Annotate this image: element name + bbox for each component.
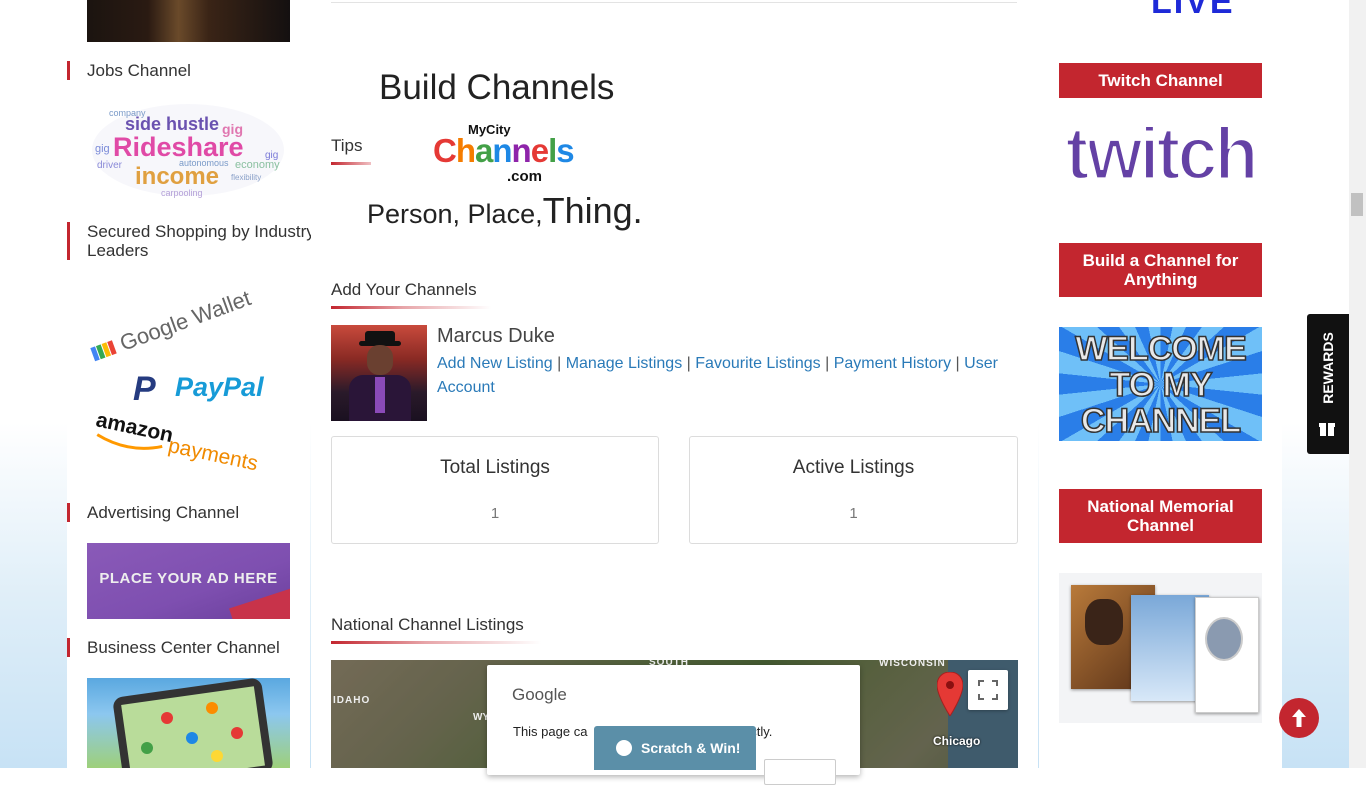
paypal-text: PayPal — [175, 372, 264, 402]
user-avatar[interactable] — [331, 325, 427, 421]
top-thumbnail-image[interactable] — [87, 0, 290, 42]
map-pin-icon — [206, 702, 218, 714]
banner-tagline: Person, Place,Thing. — [367, 190, 643, 231]
dialog-text-start: This page ca — [513, 724, 588, 739]
map-pin-icon — [186, 732, 198, 744]
right-sidebar: LIVE Twitch Channel twitch Build a Chann… — [1039, 0, 1282, 768]
banner-dotcom: .com — [507, 168, 543, 185]
cloud-word: side hustle — [125, 114, 219, 134]
scrollbar-thumb[interactable] — [1351, 193, 1363, 216]
dialog-ok-button[interactable] — [764, 759, 836, 785]
map-label-chicago: Chicago — [933, 734, 981, 748]
cloud-word: flexibility — [231, 173, 261, 182]
back-to-top-button[interactable] — [1279, 698, 1319, 738]
welcome-line: TO MY — [1109, 366, 1214, 404]
secured-shopping-title: Secured Shopping by Industry Leaders — [67, 222, 327, 260]
rewards-label: REWARDS — [1320, 332, 1336, 404]
welcome-channel-image[interactable]: WELCOME TO MY CHANNEL — [1059, 327, 1262, 441]
google-logo: Google — [512, 685, 567, 704]
google-wallet-text: Google Wallet — [116, 286, 254, 356]
cloud-word: gig — [95, 143, 110, 155]
twitch-logo-image[interactable]: twitch — [1059, 127, 1262, 195]
paypal-p-logo: P — [133, 370, 156, 408]
cloud-word: autonomous — [179, 158, 229, 168]
memorial-programs-image[interactable] — [1059, 573, 1262, 723]
active-listings-card: Active Listings 1 — [689, 436, 1018, 544]
add-channels-underline — [331, 306, 491, 309]
fullscreen-button[interactable] — [968, 670, 1008, 710]
live-banner-image[interactable]: LIVE — [1059, 0, 1262, 20]
national-listings-title: National Channel Listings — [331, 615, 524, 634]
welcome-line: CHANNEL — [1080, 402, 1242, 440]
cloud-word: carpooling — [161, 188, 203, 198]
business-center-title: Business Center Channel — [67, 638, 327, 657]
rewards-tab[interactable]: REWARDS — [1307, 314, 1349, 454]
total-listings-card: Total Listings 1 — [331, 436, 659, 544]
top-divider — [331, 2, 1017, 3]
build-channels-banner[interactable]: Build Channels MyCity Channels .com Pers… — [361, 62, 681, 232]
place-ad-text: PLACE YOUR AD HERE — [99, 570, 278, 587]
map-label-wisconsin: WISCONSIN — [879, 660, 946, 669]
build-channel-header[interactable]: Build a Channel for Anything — [1059, 243, 1262, 297]
place-ad-image[interactable]: PLACE YOUR AD HERE — [87, 543, 290, 619]
cloud-word: driver — [97, 160, 123, 171]
link-separator: | — [686, 355, 691, 372]
cloud-word: economy — [235, 159, 280, 171]
map-pin-icon — [161, 712, 173, 724]
amazon-text: amazon — [94, 408, 175, 447]
user-name: Marcus Duke — [437, 325, 555, 347]
map-pin-icon — [211, 750, 223, 762]
payment-history-link[interactable]: Payment History — [834, 355, 951, 372]
fullscreen-icon — [978, 680, 998, 700]
total-listings-value: 1 — [490, 505, 500, 522]
twitch-channel-header[interactable]: Twitch Channel — [1059, 63, 1262, 98]
arrow-up-icon — [1292, 709, 1306, 727]
manage-listings-link[interactable]: Manage Listings — [566, 355, 683, 372]
page-scrollbar[interactable] — [1349, 0, 1366, 768]
map-pin-icon — [231, 727, 243, 739]
link-separator: | — [557, 355, 562, 372]
link-separator: | — [825, 355, 830, 372]
active-listings-label: Active Listings — [792, 457, 915, 478]
scratch-icon — [616, 740, 632, 756]
national-listings-underline — [331, 641, 541, 644]
jobs-wordcloud-image[interactable]: company side hustle gig Rideshare gig gi… — [87, 100, 290, 200]
add-new-listing-link[interactable]: Add New Listing — [437, 355, 553, 372]
favourite-listings-link[interactable]: Favourite Listings — [695, 355, 820, 372]
total-listings-label: Total Listings — [440, 457, 550, 478]
active-listings-value: 1 — [849, 505, 858, 522]
link-separator: | — [955, 355, 960, 372]
banner-headline: Build Channels — [379, 68, 615, 107]
business-center-image[interactable] — [87, 678, 290, 768]
map-marker-icon[interactable] — [936, 671, 964, 717]
tips-label: Tips — [331, 136, 363, 155]
left-sidebar: Jobs Channel company side hustle gig Rid… — [67, 0, 315, 768]
banner-channels-word: Channels — [433, 132, 575, 169]
add-your-channels-title: Add Your Channels — [331, 280, 477, 299]
user-links: Add New Listing | Manage Listings | Favo… — [437, 352, 1017, 400]
payments-text: payments — [166, 434, 260, 475]
scratch-label: Scratch & Win! — [641, 740, 741, 756]
main-content: Tips Build Channels MyCity Channels .com… — [311, 0, 1038, 785]
welcome-line: WELCOME — [1074, 330, 1247, 368]
advertising-channel-title: Advertising Channel — [67, 503, 327, 522]
payment-logos-image[interactable]: Google Wallet P PayPal amazon payments — [87, 286, 290, 478]
jobs-channel-title: Jobs Channel — [67, 61, 327, 80]
map-label-idaho: IDAHO — [333, 695, 371, 706]
map-pin-icon — [141, 742, 153, 754]
gift-icon — [1317, 418, 1337, 438]
national-memorial-header[interactable]: National Memorial Channel — [1059, 489, 1262, 543]
scratch-and-win-button[interactable]: Scratch & Win! — [594, 726, 756, 770]
